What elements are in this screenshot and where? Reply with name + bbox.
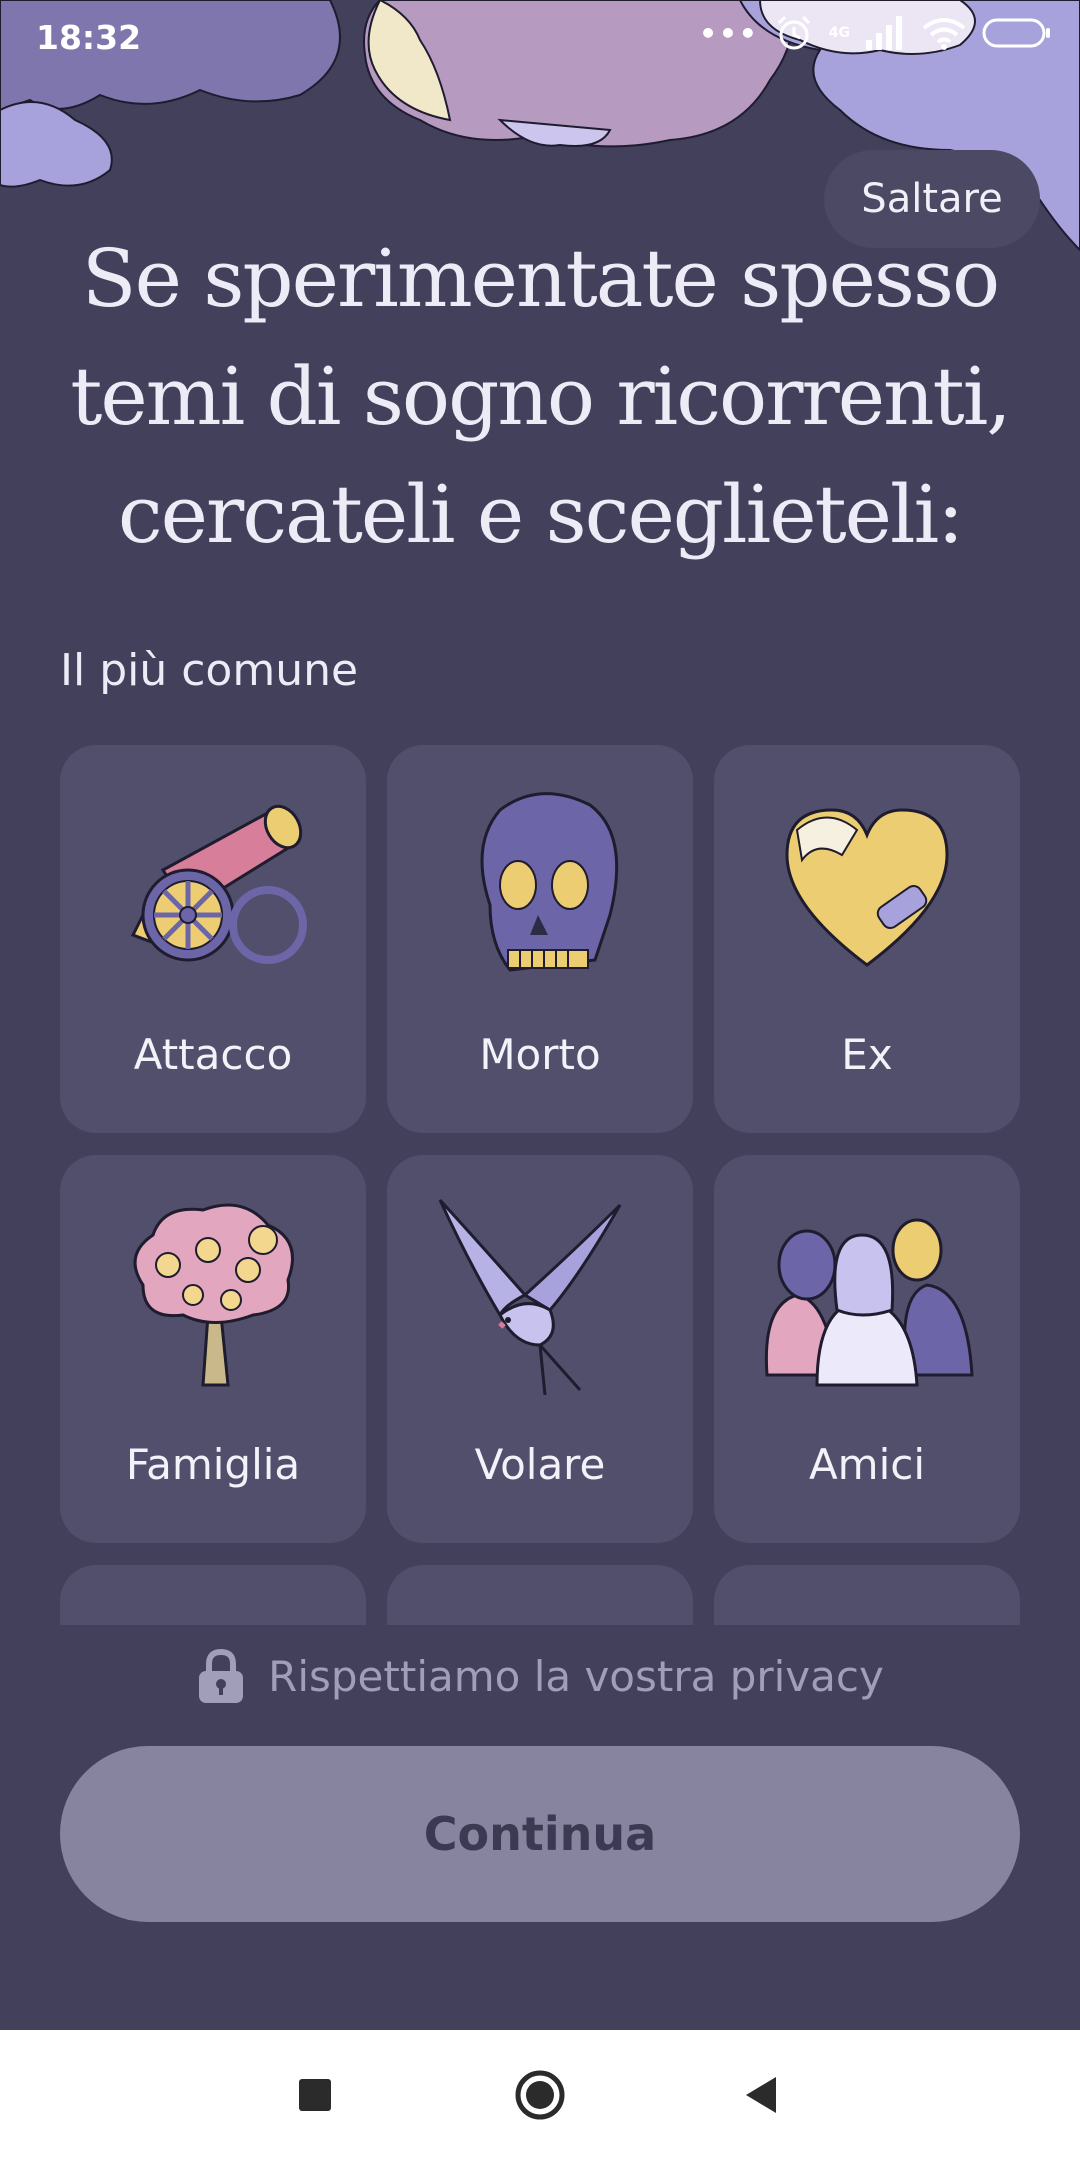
skull-icon [480, 792, 619, 972]
friends-group-icon [764, 1218, 974, 1387]
recent-apps-icon[interactable] [285, 2065, 345, 2125]
privacy-note: Rispettiamo la vostra privacy [0, 1648, 1080, 1704]
continue-button[interactable]: Continua [60, 1746, 1020, 1922]
partial-illustration-icon [430, 1605, 650, 1625]
theme-card-attacco[interactable]: Attacco [60, 745, 366, 1133]
system-navigation-bar [0, 2030, 1080, 2160]
status-icons: ••• 4G [699, 14, 1052, 52]
status-time: 18:32 [36, 18, 142, 57]
alarm-icon [777, 15, 810, 50]
swallow-bird-icon [438, 1198, 622, 1395]
signal-icon [866, 16, 902, 50]
network-type: 4G [828, 25, 850, 41]
theme-card-partial[interactable] [714, 1565, 1020, 1625]
battery-icon [982, 18, 1050, 48]
theme-card-ex[interactable]: Ex [714, 745, 1020, 1133]
theme-card-partial[interactable] [387, 1565, 693, 1625]
theme-label: Morto [479, 1030, 601, 1079]
back-icon[interactable] [732, 2065, 792, 2125]
theme-card-amici[interactable]: Amici [714, 1155, 1020, 1543]
status-bar: 18:32 ••• 4G [0, 0, 1080, 78]
cannon-icon [130, 804, 307, 964]
theme-card-volare[interactable]: Volare [387, 1155, 693, 1543]
theme-card-famiglia[interactable]: Famiglia [60, 1155, 366, 1543]
theme-card-morto[interactable]: Morto [387, 745, 693, 1133]
home-icon[interactable] [510, 2065, 570, 2125]
theme-label: Attacco [133, 1030, 293, 1079]
wifi-icon [922, 18, 966, 50]
bandaged-heart-icon [785, 808, 949, 967]
theme-card-partial[interactable] [60, 1565, 366, 1625]
section-title: Il più comune [60, 645, 359, 696]
tree-icon [133, 1203, 294, 1387]
partial-illustration-icon [757, 1605, 977, 1625]
partial-illustration-icon [103, 1605, 323, 1625]
theme-label: Famiglia [125, 1440, 301, 1489]
theme-label: Volare [474, 1440, 606, 1489]
theme-grid: Attacco Morto Ex Famiglia Volare Amici [60, 745, 1020, 1625]
lock-icon [199, 1648, 244, 1703]
privacy-text: Rispettiamo la vostra privacy [268, 1651, 884, 1701]
page-title: Se sperimentate spesso temi di sogno ric… [70, 232, 1011, 561]
more-notifications-icon: ••• [699, 16, 759, 50]
theme-label: Ex [841, 1030, 893, 1079]
theme-label: Amici [808, 1440, 926, 1489]
